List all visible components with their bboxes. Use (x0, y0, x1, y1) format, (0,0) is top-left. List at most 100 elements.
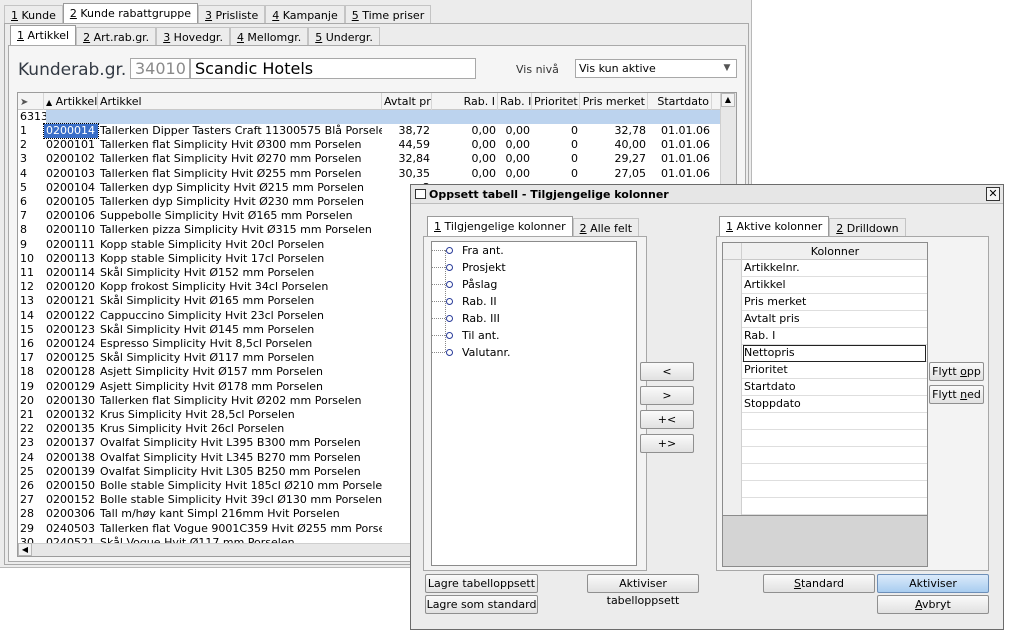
row-number[interactable]: 6 (18, 195, 44, 209)
row-number[interactable]: 24 (18, 451, 44, 465)
row-number[interactable]: 4 (18, 167, 44, 181)
row-selector[interactable] (723, 311, 742, 328)
empty-row[interactable] (723, 447, 927, 464)
table-row[interactable]: 1 0200014 Tallerken Dipper Tasters Craft 1… (18, 123, 722, 139)
active-column-row[interactable]: Artikkelnr. (723, 260, 927, 277)
row-number[interactable]: 25 (18, 465, 44, 479)
col-header-avtalt-pris[interactable]: Avtalt pris (382, 93, 432, 110)
main-tab-3[interactable]: 3 Prisliste (198, 5, 266, 25)
close-icon[interactable]: ✕ (986, 187, 1000, 201)
col-header-rab2[interactable]: Rab. I (498, 93, 532, 110)
available-columns-tree[interactable]: Fra ant. Prosjekt Påslag Rab. II Rab. III Til… (431, 241, 637, 566)
table-row[interactable]: 2 0200101 Tallerken flat Simplicity Hvit Ø… (18, 138, 722, 152)
sub-tab-5[interactable]: 5 Undergr. (308, 27, 380, 47)
row-selector[interactable] (723, 447, 742, 464)
row-number[interactable]: 22 (18, 422, 44, 436)
available-tab-2[interactable]: 2 Alle felt (572, 218, 640, 238)
row-selector[interactable] (723, 396, 742, 413)
active-tab-2[interactable]: 2 Drilldown (829, 218, 906, 238)
main-tab-1[interactable]: 1 Kunde (4, 5, 63, 25)
row-number[interactable]: 9 (18, 238, 44, 252)
sub-tab-1[interactable]: 1 Artikkel (10, 25, 77, 47)
row-selector[interactable] (723, 345, 742, 362)
active-column-row[interactable]: Startdato (723, 379, 927, 396)
sub-tab-3[interactable]: 3 Hovedgr. (156, 27, 230, 47)
row-number[interactable]: 18 (18, 365, 44, 379)
col-header-artikkel[interactable]: Artikkel (98, 93, 382, 110)
grid-filter-row[interactable]: 6313 (18, 110, 722, 124)
active-column-row[interactable]: Stoppdato (723, 396, 927, 413)
row-number[interactable]: 3 (18, 152, 44, 166)
col-header-startdato[interactable]: Startdato (648, 93, 712, 110)
grid-horizontal-scrollbar[interactable]: ◀ (18, 543, 418, 556)
active-column-row[interactable]: Prioritet (723, 362, 927, 379)
save-table-setup-button[interactable]: Lagre tabelloppsett (425, 574, 538, 593)
row-selector[interactable] (723, 481, 742, 498)
row-number[interactable]: 17 (18, 351, 44, 365)
row-selector[interactable] (723, 294, 742, 311)
col-header-rab1[interactable]: Rab. I (432, 93, 498, 110)
row-number[interactable]: 5 (18, 181, 44, 195)
activate-button[interactable]: Aktiviser (877, 574, 989, 593)
row-number[interactable]: 21 (18, 408, 44, 422)
empty-row[interactable] (723, 430, 927, 447)
row-selector[interactable] (723, 379, 742, 396)
row-number[interactable]: 2 (18, 138, 44, 152)
sub-tab-2[interactable]: 2 Art.rab.gr. (76, 27, 157, 47)
col-header-pris-merket[interactable]: Pris merket (580, 93, 648, 110)
row-selector[interactable] (723, 430, 742, 447)
move-down-button[interactable]: Flytt ned (929, 385, 984, 404)
main-tab-5[interactable]: 5 Time priser (344, 5, 432, 25)
scroll-left-icon[interactable]: ◀ (18, 543, 32, 556)
save-as-default-button[interactable]: Lagre som standard (425, 595, 538, 614)
sub-tab-4[interactable]: 4 Mellomgr. (229, 27, 309, 47)
row-number[interactable]: 20 (18, 394, 44, 408)
move-left-button[interactable]: < (640, 362, 694, 381)
row-number[interactable]: 11 (18, 266, 44, 280)
row-number[interactable]: 12 (18, 280, 44, 294)
row-number[interactable]: 14 (18, 309, 44, 323)
empty-row[interactable] (723, 481, 927, 498)
move-all-left-button[interactable]: +< (640, 410, 694, 429)
row-number[interactable]: 16 (18, 337, 44, 351)
table-row[interactable]: 3 0200102 Tallerken flat Simplicity Hvit Ø… (18, 152, 722, 166)
dialog-titlebar[interactable]: Oppsett tabell - Tilgjengelige kolonner … (411, 185, 1003, 204)
vis-niva-select[interactable]: Vis kun aktive ▼ (575, 59, 737, 78)
empty-row[interactable] (723, 413, 927, 430)
row-number[interactable]: 13 (18, 294, 44, 308)
empty-row[interactable] (723, 498, 927, 515)
active-column-row[interactable]: Nettopris (723, 345, 927, 362)
table-row[interactable]: 4 0200103 Tallerken flat Simplicity Hvit Ø… (18, 167, 722, 181)
row-number[interactable]: 23 (18, 436, 44, 450)
row-number[interactable]: 15 (18, 323, 44, 337)
row-selector[interactable] (723, 277, 742, 294)
empty-row[interactable] (723, 464, 927, 481)
row-selector-header[interactable]: ➤ (18, 93, 44, 110)
row-selector[interactable] (723, 260, 742, 277)
row-number[interactable]: 10 (18, 252, 44, 266)
row-selector[interactable] (723, 328, 742, 345)
group-code-field[interactable]: 34010 (130, 58, 190, 79)
cancel-button[interactable]: Avbryt (877, 595, 989, 614)
activate-table-setup-button[interactable]: Aktiviser tabelloppsett (587, 574, 699, 607)
active-column-row[interactable]: Artikkel (723, 277, 927, 294)
row-number[interactable]: 26 (18, 479, 44, 493)
row-selector[interactable] (723, 498, 742, 515)
main-tab-4[interactable]: 4 Kampanje (265, 5, 345, 25)
row-number[interactable]: 1 (18, 124, 44, 138)
active-columns-grid[interactable]: Kolonner Artikkelnr. Artikkel Pris merket A… (722, 242, 928, 516)
scroll-up-icon[interactable]: ▲ (721, 93, 735, 107)
main-tab-2[interactable]: 2 Kunde rabattgruppe (62, 3, 199, 25)
active-column-row[interactable]: Pris merket (723, 294, 927, 311)
row-number[interactable]: 27 (18, 493, 44, 507)
row-number[interactable]: 7 (18, 209, 44, 223)
row-selector[interactable] (723, 362, 742, 379)
move-right-button[interactable]: > (640, 386, 694, 405)
available-tab-1[interactable]: 1 Tilgjengelige kolonner (427, 216, 573, 238)
row-selector[interactable] (723, 413, 742, 430)
row-number[interactable]: 28 (18, 507, 44, 521)
col-header-prioritet[interactable]: Prioritet (532, 93, 580, 110)
chevron-down-icon[interactable]: ▼ (721, 63, 733, 74)
row-number[interactable]: 19 (18, 380, 44, 394)
row-number[interactable]: 29 (18, 522, 44, 536)
